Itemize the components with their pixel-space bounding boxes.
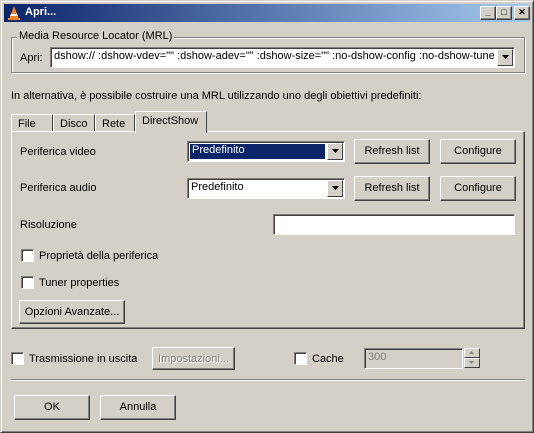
audio-device-value: Predefinito [191, 181, 244, 193]
maximize-icon: □ [501, 7, 507, 17]
video-configure-button[interactable]: Configure [440, 139, 516, 164]
video-refresh-button[interactable]: Refresh list [354, 139, 430, 164]
audio-dropdown-button[interactable] [327, 180, 343, 197]
ok-label: OK [44, 401, 60, 413]
chevron-down-icon [502, 55, 509, 59]
video-device-value: Predefinito [189, 143, 326, 160]
cancel-button[interactable]: Annulla [100, 395, 176, 420]
vlc-cone-icon [8, 6, 20, 20]
advanced-options-button[interactable]: Opzioni Avanzate... [19, 300, 125, 324]
stream-output-label: Trasmissione in uscita [29, 353, 138, 365]
audio-configure-button[interactable]: Configure [440, 176, 516, 201]
mrl-combobox[interactable]: dshow:// :dshow-vdev="" :dshow-adev="" :… [50, 47, 515, 68]
cache-value: 300 [368, 351, 387, 363]
mrl-open-label: Apri: [20, 52, 43, 64]
open-dialog: Apri... _ □ ✕ Media Resource Locator (MR… [0, 0, 534, 433]
cache-label: Cache [312, 353, 344, 365]
stream-output-checkbox[interactable] [11, 352, 24, 365]
audio-device-label: Periferica audio [20, 182, 97, 194]
audio-device-select[interactable]: Predefinito [187, 178, 345, 199]
stream-settings-label: Impostazioni... [158, 353, 229, 365]
tab-disco-label: Disco [60, 118, 88, 130]
close-button[interactable]: ✕ [514, 6, 530, 20]
video-device-label: Periferica video [20, 146, 96, 158]
cache-spin-up[interactable] [464, 348, 480, 358]
cancel-label: Annulla [119, 401, 157, 413]
chevron-up-icon [469, 351, 474, 354]
cache-checkbox[interactable] [294, 352, 307, 365]
close-icon: ✕ [518, 7, 526, 17]
audio-configure-label: Configure [454, 182, 502, 194]
device-properties-checkbox[interactable] [21, 249, 34, 262]
video-device-select[interactable]: Predefinito [187, 141, 345, 162]
mrl-value: dshow:// :dshow-vdev="" :dshow-adev="" :… [54, 50, 494, 62]
ok-button[interactable]: OK [14, 395, 90, 420]
tab-file-label: File [18, 118, 36, 130]
tab-rete[interactable]: Rete [95, 114, 135, 132]
cache-spin-down[interactable] [464, 358, 480, 368]
video-dropdown-button[interactable] [327, 143, 343, 160]
window-title: Apri... [25, 6, 57, 18]
resolution-input[interactable] [273, 214, 515, 235]
tuner-properties-label: Tuner properties [39, 277, 120, 289]
tab-rete-label: Rete [102, 118, 126, 130]
tab-file[interactable]: File [11, 114, 53, 132]
chevron-down-icon [332, 186, 339, 190]
hint-text: In alternativa, è possibile costruire un… [11, 90, 422, 102]
tab-disco[interactable]: Disco [53, 114, 95, 132]
maximize-button[interactable]: □ [496, 6, 512, 20]
resolution-label: Risoluzione [20, 219, 77, 231]
audio-refresh-button[interactable]: Refresh list [354, 176, 430, 201]
chevron-down-icon [469, 361, 474, 364]
tuner-properties-checkbox[interactable] [21, 276, 34, 289]
device-properties-label: Proprietà della periferica [39, 250, 159, 262]
minimize-icon: _ [485, 7, 491, 17]
advanced-options-label: Opzioni Avanzate... [24, 306, 120, 318]
cache-input[interactable]: 300 [364, 348, 463, 369]
minimize-button[interactable]: _ [480, 6, 496, 20]
mrl-group-label: Media Resource Locator (MRL) [17, 30, 175, 42]
tab-directshow[interactable]: DirectShow [135, 111, 207, 133]
tab-directshow-label: DirectShow [142, 115, 199, 127]
stream-settings-button[interactable]: Impostazioni... [152, 347, 235, 370]
chevron-down-icon [332, 149, 339, 153]
footer-separator [11, 379, 525, 381]
title-bar[interactable]: Apri... _ □ ✕ [4, 4, 530, 22]
video-refresh-label: Refresh list [364, 145, 420, 157]
mrl-dropdown-button[interactable] [497, 49, 513, 66]
video-configure-label: Configure [454, 145, 502, 157]
audio-refresh-label: Refresh list [364, 182, 420, 194]
